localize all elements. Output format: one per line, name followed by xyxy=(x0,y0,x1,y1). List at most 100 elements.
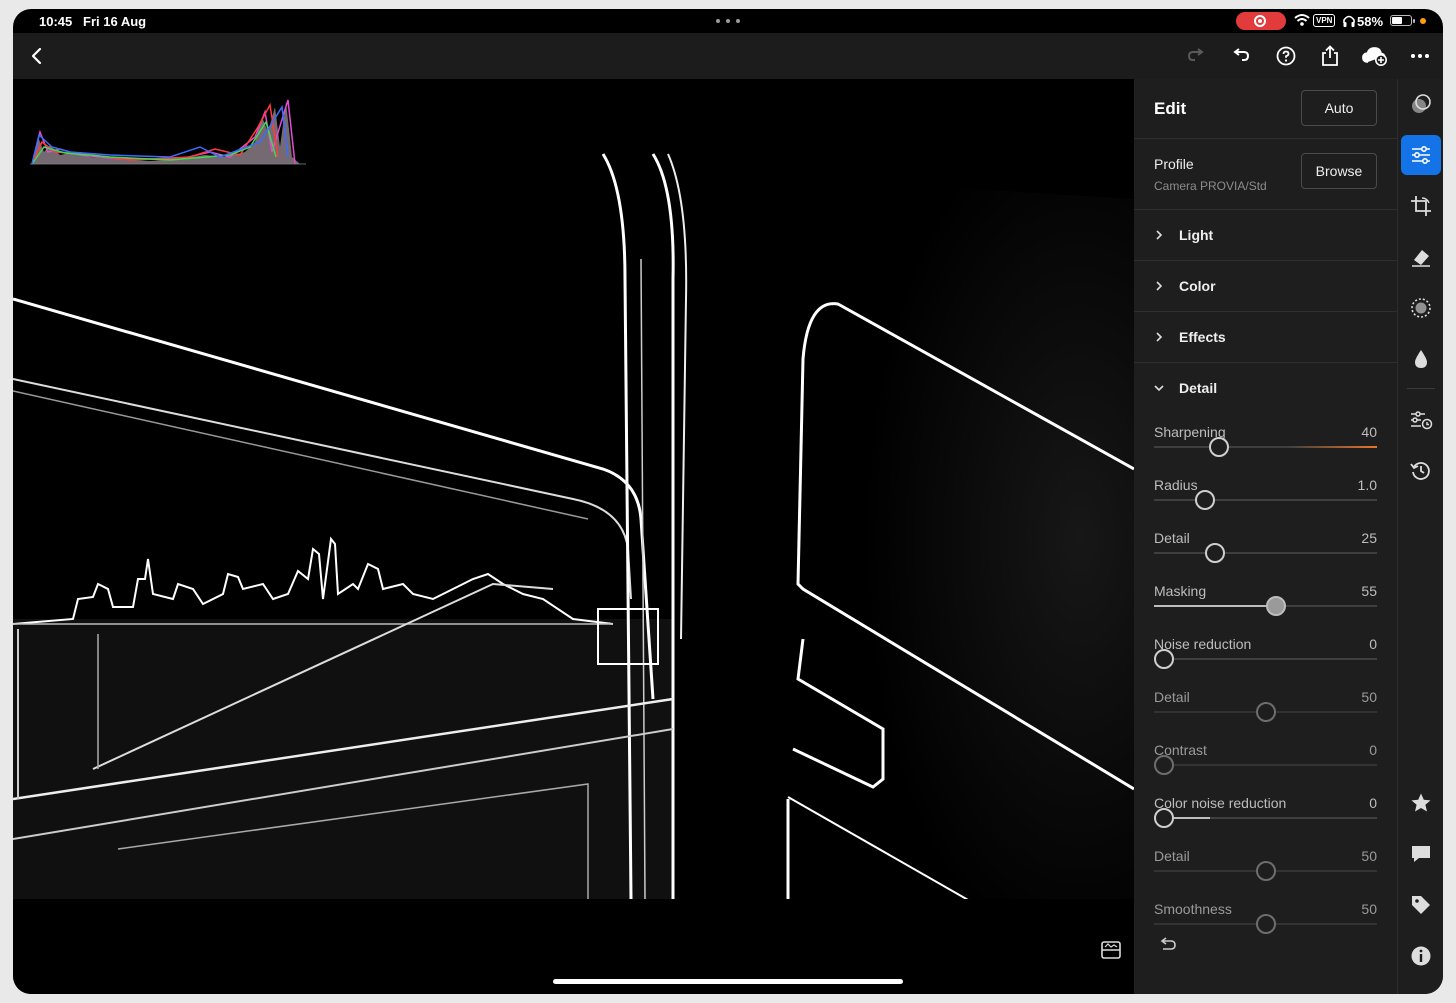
slider-label: Color noise reduction xyxy=(1154,795,1287,811)
slider-handle[interactable] xyxy=(1256,914,1276,934)
slider-row: Detail 50 xyxy=(1154,689,1377,739)
histogram xyxy=(30,99,306,165)
crop-icon[interactable] xyxy=(1401,186,1441,226)
slider-handle[interactable] xyxy=(1256,861,1276,881)
slider-fill xyxy=(1154,605,1276,607)
slider-handle[interactable] xyxy=(1195,490,1215,510)
before-after-icon[interactable] xyxy=(1101,941,1121,959)
section-detail-label: Detail xyxy=(1179,380,1218,396)
slider-value: 50 xyxy=(1361,901,1377,917)
slider-track[interactable] xyxy=(1154,764,1377,766)
profile-value: Camera PROVIA/Std xyxy=(1154,179,1267,193)
slider-row: Contrast 0 xyxy=(1154,742,1377,792)
section-color-label: Color xyxy=(1179,278,1216,294)
slider-handle[interactable] xyxy=(1256,702,1276,722)
slider-handle[interactable] xyxy=(1266,596,1286,616)
chevron-right-icon xyxy=(1156,332,1163,342)
photo-canvas[interactable] xyxy=(13,79,1134,994)
headphones-icon xyxy=(1343,15,1355,27)
slider-value: 55 xyxy=(1361,583,1377,599)
slider-handle[interactable] xyxy=(1154,755,1174,775)
chevron-right-icon xyxy=(1156,230,1163,240)
slider-value: 50 xyxy=(1361,689,1377,705)
sharpen-gradient xyxy=(1288,446,1377,448)
back-icon[interactable] xyxy=(23,43,49,69)
slider-label: Detail xyxy=(1154,848,1190,864)
slider-label: Smoothness xyxy=(1154,901,1232,917)
slider-handle[interactable] xyxy=(1154,649,1174,669)
slider-value: 50 xyxy=(1361,848,1377,864)
edit-sliders-icon[interactable] xyxy=(1401,135,1441,175)
slider-value: 40 xyxy=(1361,424,1377,440)
slider-value: 0 xyxy=(1369,742,1377,758)
slider-label: Radius xyxy=(1154,477,1198,493)
slider-track[interactable] xyxy=(1154,552,1377,554)
wifi-icon xyxy=(1294,14,1310,26)
auto-button[interactable]: Auto xyxy=(1301,90,1377,126)
info-icon[interactable] xyxy=(1401,936,1441,976)
cloud-add-icon[interactable] xyxy=(1362,43,1388,69)
slider-value: 1.0 xyxy=(1357,477,1377,493)
slider-fill xyxy=(1174,817,1210,819)
battery-icon xyxy=(1390,15,1415,26)
photo-edge-image xyxy=(13,79,1134,899)
healing-icon[interactable] xyxy=(1401,237,1441,277)
slider-label: Masking xyxy=(1154,583,1207,599)
panel-title: Edit xyxy=(1154,99,1187,118)
reset-icon[interactable] xyxy=(1158,937,1178,953)
presets-icon[interactable] xyxy=(1401,84,1441,124)
multitasking-dots-icon[interactable] xyxy=(716,19,740,23)
slider-handle[interactable] xyxy=(1205,543,1225,563)
slider-row: Detail 50 xyxy=(1154,848,1377,898)
slider-row: Sharpening 40 xyxy=(1154,424,1377,474)
vpn-badge: VPN xyxy=(1313,14,1336,27)
masking-icon[interactable] xyxy=(1401,288,1441,328)
home-indicator[interactable] xyxy=(553,979,903,984)
history-icon[interactable] xyxy=(1401,451,1441,491)
versions-icon[interactable] xyxy=(1401,400,1441,440)
share-icon[interactable] xyxy=(1317,43,1343,69)
slider-value: 0 xyxy=(1369,636,1377,652)
blur-icon[interactable] xyxy=(1401,339,1441,379)
help-icon[interactable] xyxy=(1273,43,1299,69)
screen-recording-icon[interactable] xyxy=(1236,12,1286,30)
undo-icon[interactable] xyxy=(1228,43,1254,69)
top-toolbar xyxy=(13,33,1443,79)
rating-star-icon[interactable] xyxy=(1401,783,1441,823)
profile-row: Profile Camera PROVIA/Std Browse xyxy=(1134,139,1397,210)
slider-row: Masking 55 xyxy=(1154,583,1377,633)
tool-rail xyxy=(1397,79,1443,994)
edit-header: Edit Auto xyxy=(1134,79,1397,139)
section-color[interactable]: Color xyxy=(1134,261,1397,312)
section-light[interactable]: Light xyxy=(1134,210,1397,261)
redo-icon[interactable] xyxy=(1183,43,1209,69)
status-time: 10:45 xyxy=(39,14,73,29)
slider-value: 0 xyxy=(1369,795,1377,811)
section-detail[interactable]: Detail xyxy=(1134,363,1397,413)
slider-track[interactable] xyxy=(1154,499,1377,501)
browse-button[interactable]: Browse xyxy=(1301,153,1377,189)
slider-row: Color noise reduction 0 xyxy=(1154,795,1377,845)
slider-handle[interactable] xyxy=(1209,437,1229,457)
section-light-label: Light xyxy=(1179,227,1214,243)
more-icon[interactable] xyxy=(1407,43,1433,69)
slider-handle[interactable] xyxy=(1154,808,1174,828)
comment-icon[interactable] xyxy=(1401,834,1441,874)
status-date: Fri 16 Aug xyxy=(83,14,147,29)
edit-panel: Edit Auto Profile Camera PROVIA/Std Brow… xyxy=(1134,79,1397,994)
status-bar: 10:45 Fri 16 Aug VPN 58% xyxy=(13,9,1443,33)
profile-label: Profile xyxy=(1154,156,1194,172)
slider-value: 25 xyxy=(1361,530,1377,546)
section-effects[interactable]: Effects xyxy=(1134,312,1397,363)
chevron-down-icon xyxy=(1154,385,1164,392)
tag-icon[interactable] xyxy=(1401,885,1441,925)
rail-divider xyxy=(1407,388,1435,389)
chevron-right-icon xyxy=(1156,281,1163,291)
slider-row: Smoothness 50 xyxy=(1154,901,1377,951)
slider-label: Detail xyxy=(1154,530,1190,546)
privacy-indicator-dot xyxy=(1420,18,1426,24)
slider-row: Noise reduction 0 xyxy=(1154,636,1377,686)
slider-track[interactable] xyxy=(1154,658,1377,660)
slider-label: Detail xyxy=(1154,689,1190,705)
slider-row: Detail 25 xyxy=(1154,530,1377,580)
